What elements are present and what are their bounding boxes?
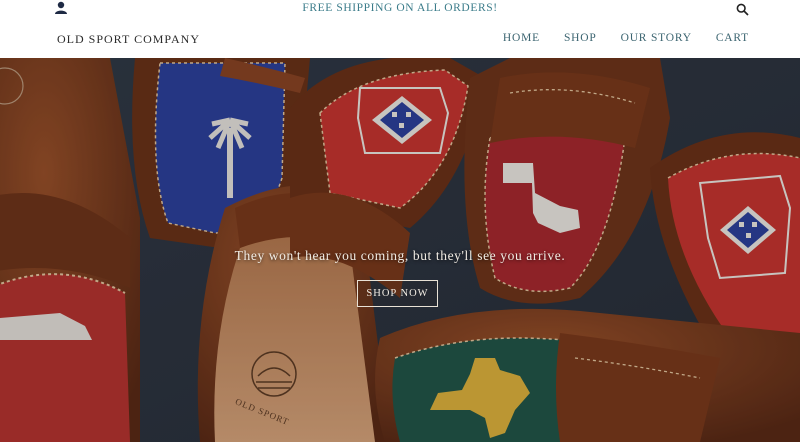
nav-cart-link[interactable]: CART: [716, 32, 749, 44]
hero-tagline: They won't hear you coming, but they'll …: [234, 248, 566, 263]
nav-home-link[interactable]: HOME: [503, 32, 540, 44]
free-shipping-announcement: FREE SHIPPING ON ALL ORDERS!: [302, 2, 498, 14]
search-icon[interactable]: [736, 3, 750, 17]
brand-logo[interactable]: OLD SPORT COMPANY: [57, 32, 200, 47]
hero-banner: OLD SPORT: [0, 58, 800, 442]
shop-now-button[interactable]: SHOP NOW: [357, 280, 438, 307]
site-header: OLD SPORT COMPANY HOME SHOP OUR STORY CA…: [0, 20, 800, 58]
nav-shop-link[interactable]: SHOP: [564, 32, 597, 44]
announcement-bar: FREE SHIPPING ON ALL ORDERS!: [0, 0, 800, 20]
nav-our-story-link[interactable]: OUR STORY: [621, 32, 692, 44]
main-nav: HOME SHOP OUR STORY CART: [479, 32, 749, 44]
